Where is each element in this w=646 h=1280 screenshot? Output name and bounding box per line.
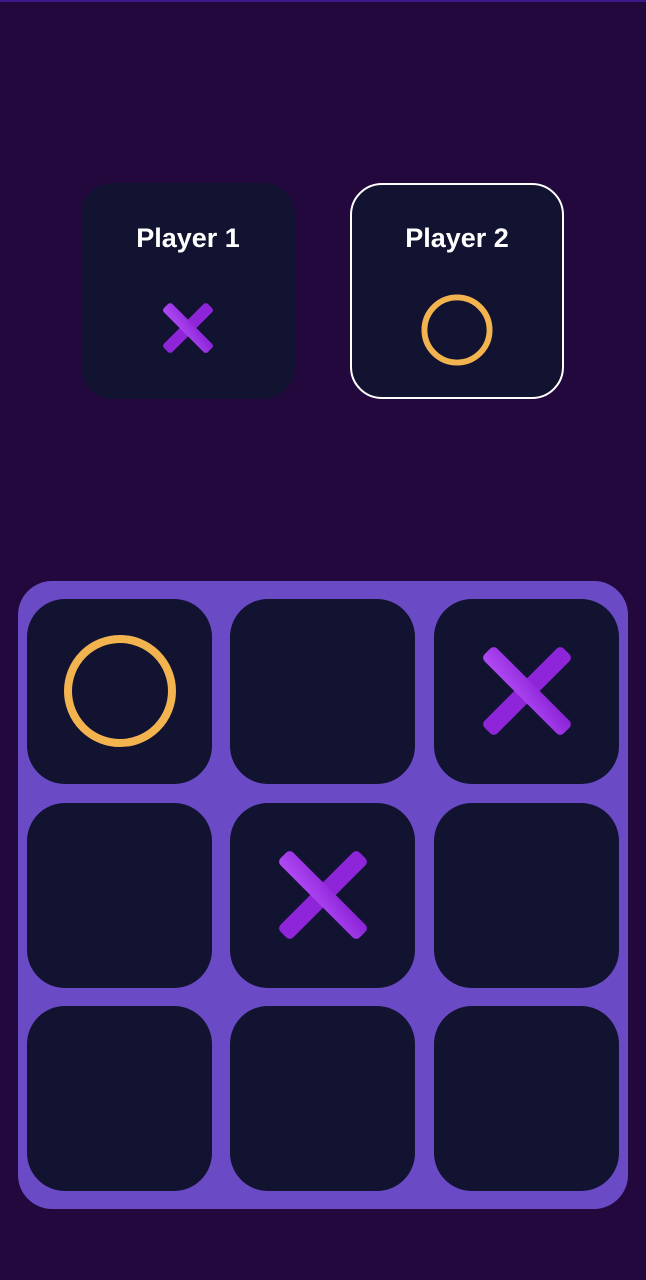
player-1-name: Player 1 <box>136 223 240 253</box>
board-cell-1[interactable] <box>27 599 212 784</box>
x-mark-icon <box>279 851 367 939</box>
o-mark-icon <box>64 635 176 747</box>
board-cell-4[interactable] <box>27 803 212 988</box>
player-1-card: Player 1 <box>81 183 295 399</box>
player-2-o-icon <box>420 293 494 367</box>
board-cell-7[interactable] <box>27 1006 212 1191</box>
board-cell-3[interactable] <box>434 599 619 784</box>
board-cell-6[interactable] <box>434 803 619 988</box>
player-1-x-icon <box>151 291 225 365</box>
game-board <box>18 581 628 1209</box>
player-2-card: Player 2 <box>350 183 564 399</box>
board-cell-9[interactable] <box>434 1006 619 1191</box>
status-bar-line <box>0 0 646 2</box>
board-cell-2[interactable] <box>230 599 415 784</box>
x-mark-icon <box>483 647 571 735</box>
board-cell-5[interactable] <box>230 803 415 988</box>
player-2-name: Player 2 <box>405 223 509 253</box>
board-cell-8[interactable] <box>230 1006 415 1191</box>
